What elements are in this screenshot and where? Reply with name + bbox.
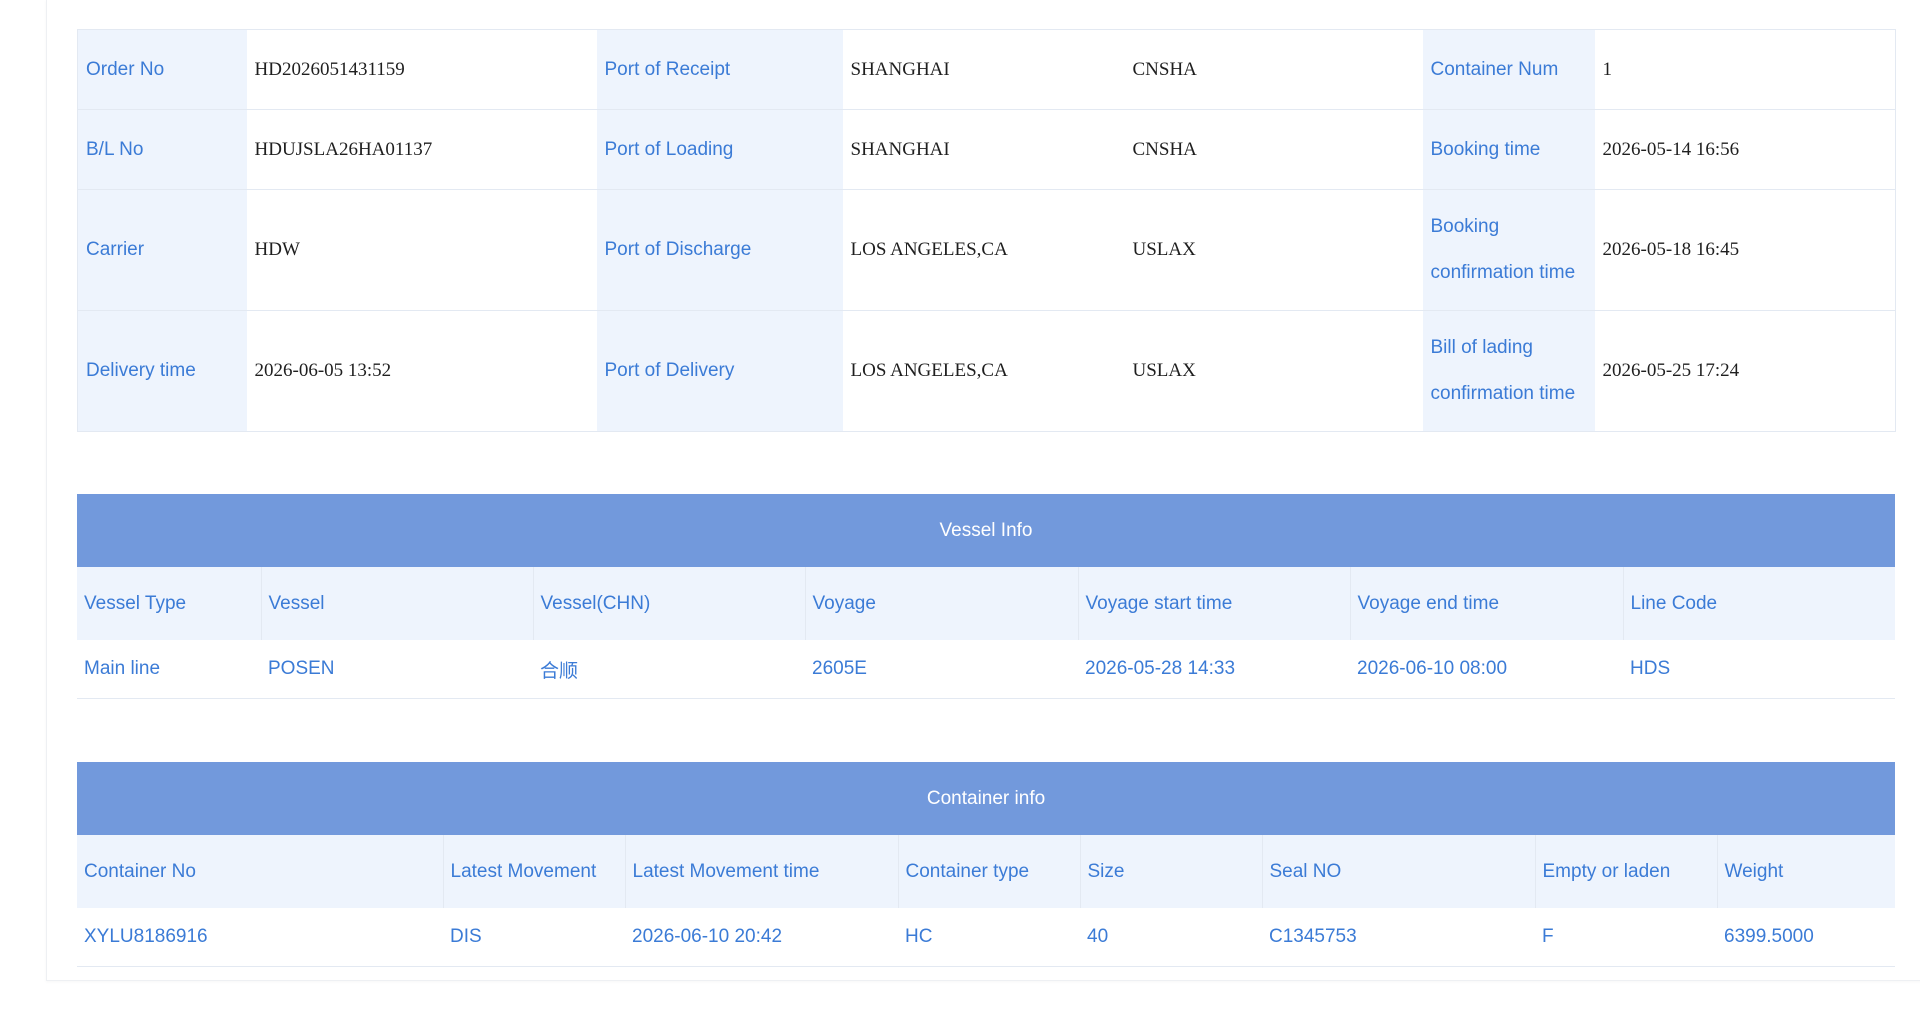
column-header-container-type: Container type [898, 835, 1081, 908]
bl-no-label: B/L No [77, 109, 247, 190]
latest-movement-cell: DIS [443, 908, 625, 967]
column-header-empty-or-laden: Empty or laden [1535, 835, 1718, 908]
column-header-line-code: Line Code [1623, 567, 1896, 640]
carrier-value: HDW [246, 189, 597, 311]
container-header-row: Container No Latest Movement Latest Move… [77, 835, 1896, 908]
container-num-value: 1 [1594, 29, 1896, 110]
empty-or-laden-cell: F [1535, 908, 1717, 967]
booking-confirmation-label-line2: confirmation time [1430, 262, 1576, 283]
column-header-weight: Weight [1717, 835, 1896, 908]
column-header-voyage-end: Voyage end time [1350, 567, 1624, 640]
port-of-discharge-label: Port of Discharge [596, 189, 843, 311]
summary-row: Carrier HDW Port of Discharge LOS ANGELE… [77, 189, 1896, 311]
container-info-table: Container info Container No Latest Movem… [77, 762, 1896, 967]
column-header-latest-movement-time: Latest Movement time [625, 835, 899, 908]
vessel-cell: POSEN [261, 640, 533, 699]
port-of-loading-code: CNSHA [1124, 109, 1423, 190]
column-header-seal-no: Seal NO [1262, 835, 1536, 908]
column-header-vessel-chn: Vessel(CHN) [533, 567, 806, 640]
booking-confirmation-label-line1: Booking [1430, 216, 1500, 237]
booking-time-label: Booking time [1422, 109, 1595, 190]
carrier-label: Carrier [77, 189, 247, 311]
port-of-receipt-code: CNSHA [1124, 29, 1423, 110]
bl-confirmation-label-line2: confirmation time [1430, 383, 1576, 404]
column-header-size: Size [1080, 835, 1263, 908]
vessel-type-cell: Main line [77, 640, 261, 699]
line-code-cell: HDS [1623, 640, 1896, 699]
table-row: XYLU8186916 DIS 2026-06-10 20:42 HC 40 C… [77, 908, 1896, 967]
port-of-loading-name: SHANGHAI [842, 109, 1125, 190]
column-header-vessel: Vessel [261, 567, 534, 640]
container-no-cell: XYLU8186916 [77, 908, 443, 967]
booking-confirmation-time-value: 2026-05-18 16:45 [1594, 189, 1896, 311]
vessel-chn-cell: 合顺 [533, 640, 805, 699]
summary-row: Order No HD2026051431159 Port of Receipt… [77, 29, 1896, 110]
vessel-info-title: Vessel Info [77, 494, 1896, 567]
container-num-label: Container Num [1422, 29, 1595, 110]
order-no-value: HD2026051431159 [246, 29, 597, 110]
weight-cell: 6399.5000 [1717, 908, 1896, 967]
delivery-time-value: 2026-06-05 13:52 [246, 310, 597, 432]
table-row: Main line POSEN 合顺 2605E 2026-05-28 14:3… [77, 640, 1896, 699]
delivery-time-label: Delivery time [77, 310, 247, 432]
order-no-label: Order No [77, 29, 247, 110]
summary-row: Delivery time 2026-06-05 13:52 Port of D… [77, 310, 1896, 432]
port-of-receipt-label: Port of Receipt [596, 29, 843, 110]
booking-confirmation-time-label: Booking confirmation time [1422, 189, 1595, 311]
port-of-delivery-name: LOS ANGELES,CA [842, 310, 1125, 432]
bl-no-value: HDUJSLA26HA01137 [246, 109, 597, 190]
column-header-voyage: Voyage [805, 567, 1079, 640]
order-summary-table: Order No HD2026051431159 Port of Receipt… [77, 29, 1896, 432]
port-of-receipt-name: SHANGHAI [842, 29, 1125, 110]
voyage-start-cell: 2026-05-28 14:33 [1078, 640, 1350, 699]
port-of-discharge-name: LOS ANGELES,CA [842, 189, 1125, 311]
booking-time-value: 2026-05-14 16:56 [1594, 109, 1896, 190]
bl-confirmation-label-line1: Bill of lading [1430, 337, 1533, 358]
port-of-discharge-code: USLAX [1124, 189, 1423, 311]
column-header-vessel-type: Vessel Type [77, 567, 262, 640]
column-header-voyage-start: Voyage start time [1078, 567, 1351, 640]
size-cell: 40 [1080, 908, 1262, 967]
port-of-delivery-label: Port of Delivery [596, 310, 843, 432]
latest-movement-time-cell: 2026-06-10 20:42 [625, 908, 898, 967]
column-header-container-no: Container No [77, 835, 444, 908]
column-header-latest-movement: Latest Movement [443, 835, 626, 908]
bl-confirmation-time-value: 2026-05-25 17:24 [1594, 310, 1896, 432]
container-info-title: Container info [77, 762, 1896, 835]
voyage-cell: 2605E [805, 640, 1078, 699]
port-of-delivery-code: USLAX [1124, 310, 1423, 432]
seal-no-cell: C1345753 [1262, 908, 1535, 967]
voyage-end-cell: 2026-06-10 08:00 [1350, 640, 1623, 699]
vessel-header-row: Vessel Type Vessel Vessel(CHN) Voyage Vo… [77, 567, 1896, 640]
port-of-loading-label: Port of Loading [596, 109, 843, 190]
bl-confirmation-time-label: Bill of lading confirmation time [1422, 310, 1595, 432]
summary-row: B/L No HDUJSLA26HA01137 Port of Loading … [77, 109, 1896, 190]
container-type-cell: HC [898, 908, 1080, 967]
vessel-info-table: Vessel Info Vessel Type Vessel Vessel(CH… [77, 494, 1896, 699]
